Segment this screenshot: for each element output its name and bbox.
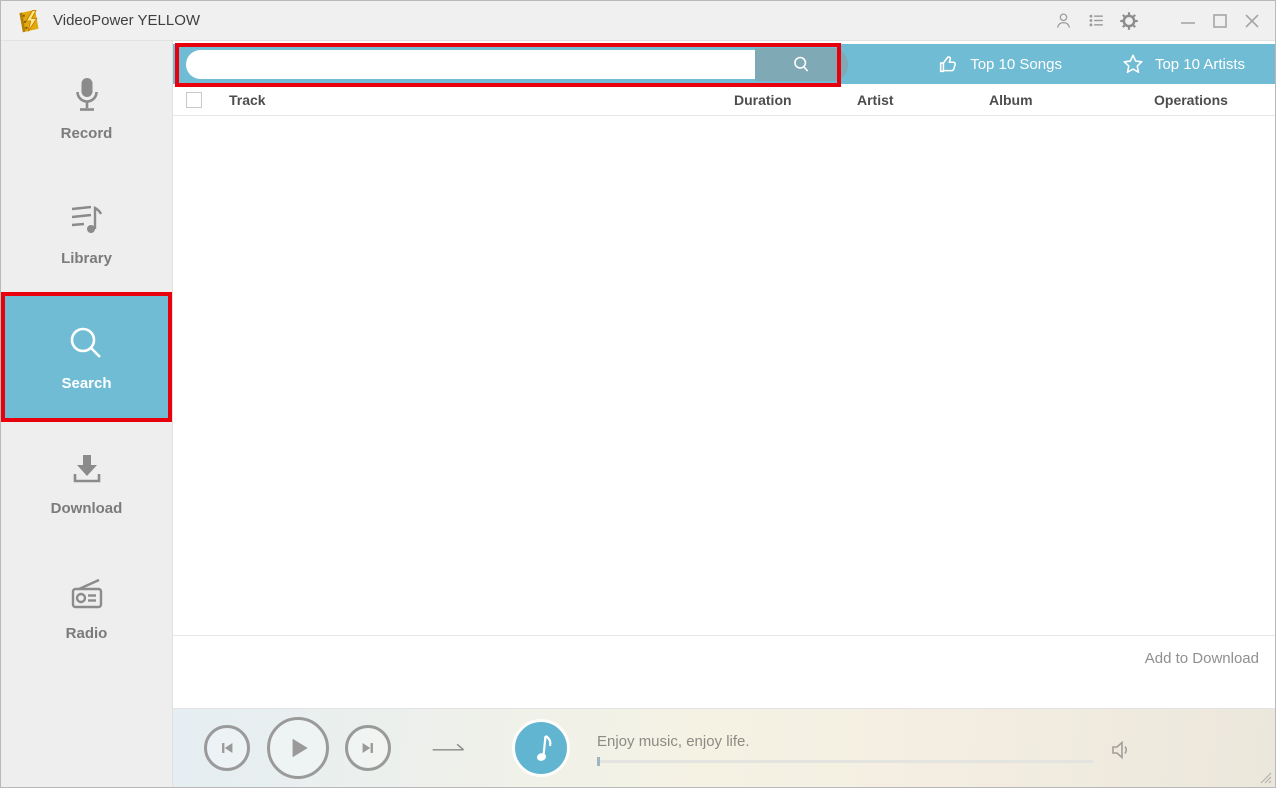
column-header-track: Track xyxy=(229,92,734,108)
previous-track-button[interactable] xyxy=(204,725,250,771)
previous-icon xyxy=(218,739,236,757)
volume-button[interactable] xyxy=(1108,737,1134,763)
music-note-icon xyxy=(521,728,561,768)
search-button[interactable] xyxy=(755,48,848,81)
star-icon xyxy=(1122,53,1144,75)
tab-top-10-artists[interactable]: Top 10 Artists xyxy=(1092,44,1275,84)
user-icon[interactable] xyxy=(1053,11,1073,31)
top-strip: Top 10 Songs Top 10 Artists xyxy=(173,44,1275,84)
search-icon xyxy=(65,323,109,367)
tab-label: Top 10 Artists xyxy=(1155,56,1245,73)
list-icon[interactable] xyxy=(1086,11,1106,31)
player-slogan: Enjoy music, enjoy life. xyxy=(597,733,1094,750)
tab-top-10-songs[interactable]: Top 10 Songs xyxy=(907,44,1092,84)
main-area: Top 10 Songs Top 10 Artists Track Durati… xyxy=(173,41,1275,787)
search-bar xyxy=(186,48,848,81)
app-title: VideoPower YELLOW xyxy=(53,12,200,29)
gear-icon[interactable] xyxy=(1119,11,1139,31)
sidebar-item-label: Radio xyxy=(66,625,108,642)
track-table-header: Track Duration Artist Album Operations xyxy=(173,84,1275,116)
search-icon xyxy=(791,54,812,75)
sidebar-item-search[interactable]: Search xyxy=(5,296,168,418)
seek-handle[interactable] xyxy=(597,757,600,766)
sidebar-item-download[interactable]: Download xyxy=(5,421,168,543)
sidebar-item-label: Record xyxy=(61,125,113,142)
minimize-button[interactable] xyxy=(1177,10,1199,32)
play-icon xyxy=(285,735,311,761)
next-track-button[interactable] xyxy=(345,725,391,771)
top-tabs: Top 10 Songs Top 10 Artists xyxy=(907,44,1275,84)
tab-label: Top 10 Songs xyxy=(970,56,1062,73)
close-button[interactable] xyxy=(1241,10,1263,32)
sidebar-item-radio[interactable]: Radio xyxy=(5,546,168,668)
sidebar: Record Library xyxy=(1,41,173,787)
app-logo-icon xyxy=(15,8,43,34)
sidebar-item-label: Search xyxy=(61,375,111,392)
sidebar-item-library[interactable]: Library xyxy=(5,171,168,293)
search-input[interactable] xyxy=(186,50,755,79)
sidebar-item-label: Library xyxy=(61,250,112,267)
player-bar: Enjoy music, enjoy life. xyxy=(173,708,1275,787)
now-playing-info: Enjoy music, enjoy life. xyxy=(597,733,1094,763)
download-icon xyxy=(67,448,107,492)
add-to-download-button[interactable]: Add to Download xyxy=(1145,650,1259,667)
track-table-body xyxy=(173,116,1275,635)
play-mode-toggle[interactable] xyxy=(429,738,469,758)
column-header-album: Album xyxy=(989,92,1154,108)
seek-bar[interactable] xyxy=(597,760,1094,763)
column-header-duration: Duration xyxy=(734,92,857,108)
column-header-artist: Artist xyxy=(857,92,989,108)
title-bar: VideoPower YELLOW xyxy=(1,1,1275,41)
play-button[interactable] xyxy=(267,717,329,779)
next-icon xyxy=(359,739,377,757)
column-header-operations: Operations xyxy=(1154,92,1275,108)
sequence-arrow-icon xyxy=(429,738,469,758)
radio-icon xyxy=(67,573,107,617)
select-all-checkbox[interactable] xyxy=(186,92,202,108)
resize-grip[interactable] xyxy=(1258,770,1272,784)
table-footer: Add to Download xyxy=(173,635,1275,708)
speaker-icon xyxy=(1108,737,1134,763)
now-playing-thumbnail[interactable] xyxy=(512,719,570,777)
sidebar-item-label: Download xyxy=(51,500,123,517)
music-playlist-icon xyxy=(67,198,107,242)
thumbs-up-icon xyxy=(937,53,959,75)
sidebar-item-record[interactable]: Record xyxy=(5,46,168,168)
app-window: VideoPower YELLOW xyxy=(0,0,1276,788)
maximize-button[interactable] xyxy=(1209,10,1231,32)
microphone-icon xyxy=(67,73,107,117)
